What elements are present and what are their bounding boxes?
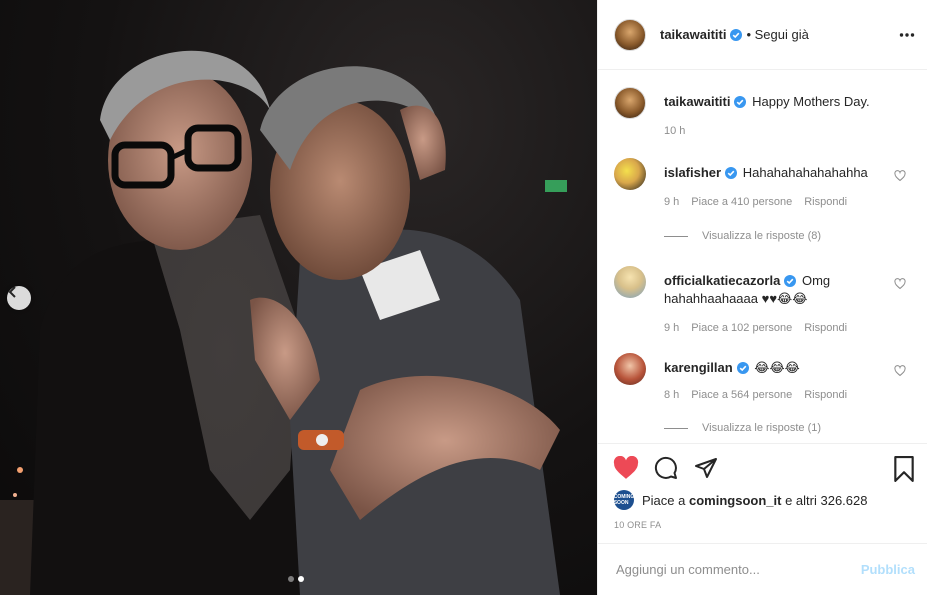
bookmark-icon[interactable] [892,456,916,482]
verified-badge-icon [725,167,738,179]
comments-list[interactable]: taikawaititi Happy Mothers Day. 10 h isl… [598,70,927,450]
post-header: taikawaititi • Segui già [598,0,927,70]
likes-summary[interactable]: COMING SOON Piace a comingsoon_it e altr… [614,490,867,510]
heart-filled-icon[interactable] [613,456,639,480]
view-replies-button[interactable]: Visualizza le risposte (8) [664,230,821,242]
comment-age: 8 h [664,389,680,401]
likes-prefix: Piace a [642,492,686,508]
view-replies-label: Visualizza le risposte (1) [702,422,822,434]
chevron-left-icon [8,286,16,298]
carousel-prev-button[interactable] [7,286,31,310]
comment-age: 9 h [664,196,680,208]
commenter-avatar[interactable] [614,266,646,298]
caption-age: 10 h [664,125,686,137]
carousel-dot [288,576,294,582]
comment-age: 9 h [664,322,680,334]
verified-badge-icon [730,28,743,41]
comment-likes[interactable]: Piace a 564 persone [691,389,792,401]
comment-username[interactable]: officialkatiecazorla [664,273,780,288]
heart-outline-icon[interactable] [894,170,906,182]
comment-text: 😂😂😂 [754,360,800,375]
comment-icon[interactable] [653,456,679,480]
heart-outline-icon[interactable] [894,365,906,377]
comment-likes[interactable]: Piace a 410 persone [691,196,792,208]
post-timestamp[interactable]: 10 ORE FA [614,520,661,530]
heart-outline-icon[interactable] [894,278,906,290]
replies-divider [664,235,688,237]
author-avatar[interactable] [614,87,646,119]
comment-input[interactable] [614,561,861,578]
follow-status[interactable]: • Segui già [746,27,808,42]
caption-username[interactable]: taikawaititi [664,94,730,109]
caption-text: Happy Mothers Day. [752,94,870,109]
post-photo[interactable] [0,0,597,595]
comment-composer: Pubblica [598,543,927,595]
carousel-indicator [288,576,304,582]
comment-username[interactable]: karengillan [664,360,733,375]
comment-text: Hahahahahahahahha [742,165,868,180]
commenter-avatar[interactable] [614,158,646,190]
likes-suffix[interactable]: e altri 326.628 [785,493,867,508]
carousel-dot-active [298,576,304,582]
reply-button[interactable]: Rispondi [804,389,847,401]
comment-username[interactable]: islafisher [664,165,721,180]
commenter-avatar[interactable] [614,353,646,385]
author-username[interactable]: taikawaititi [660,27,726,42]
view-replies-button[interactable]: Visualizza le risposte (1) [664,422,821,434]
paper-plane-icon[interactable] [693,456,719,480]
verified-badge-icon [734,96,747,108]
verified-badge-icon [784,275,797,287]
post-comment-button[interactable]: Pubblica [861,562,915,577]
action-bar [598,443,927,484]
post-sidebar: taikawaititi • Segui già taikawaititi Ha… [597,0,927,595]
liker-avatar[interactable]: COMING SOON [614,490,634,510]
author-avatar[interactable] [614,18,646,51]
reply-button[interactable]: Rispondi [804,322,847,334]
comment-likes[interactable]: Piace a 102 persone [691,322,792,334]
reply-button[interactable]: Rispondi [804,196,847,208]
view-replies-label: Visualizza le risposte (8) [702,230,822,242]
liker-username[interactable]: comingsoon_it [689,493,781,508]
replies-divider [664,427,688,429]
liker-avatar-text: COMING SOON [613,494,635,506]
verified-badge-icon [736,362,749,374]
photo-illustration [0,50,567,595]
more-horizontal-icon[interactable] [899,23,915,47]
